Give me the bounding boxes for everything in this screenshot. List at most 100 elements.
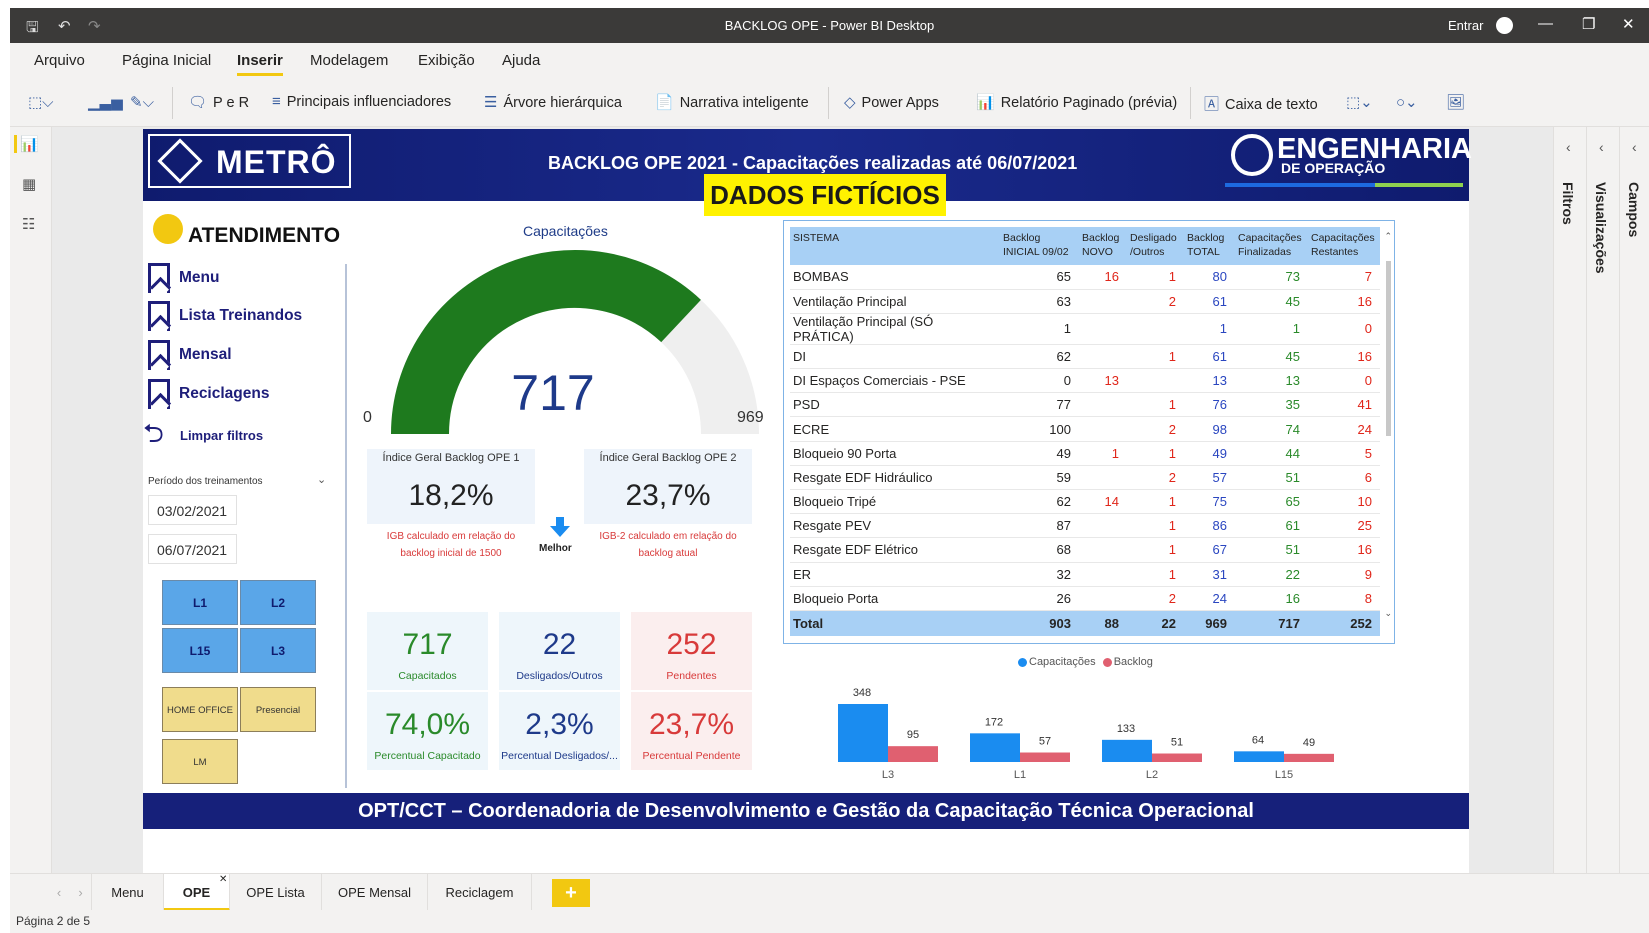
table-cell: 25 xyxy=(1308,513,1380,539)
data-view-icon[interactable]: ▦ xyxy=(22,175,36,193)
close-icon[interactable]: ✕ xyxy=(1622,15,1635,33)
kpi-value: 74,0% xyxy=(384,708,471,741)
table-row[interactable]: Ventilação Principal 63 2 61 45 16 xyxy=(790,289,1380,314)
new-visual-button[interactable]: ⬚⌵ xyxy=(28,93,60,111)
chevron-left-icon[interactable]: ‹ xyxy=(1632,139,1637,155)
table-row[interactable]: ECRE 100 2 98 74 24 xyxy=(790,416,1380,442)
table-cell: 31 xyxy=(1184,562,1235,587)
table-row[interactable]: Resgate PEV 87 1 86 61 25 xyxy=(790,513,1380,539)
undo-arrow-icon[interactable]: ⮌ xyxy=(143,415,164,459)
prev-page-icon[interactable]: ‹ xyxy=(48,874,70,911)
end-date-input[interactable]: 06/07/2021 xyxy=(148,534,237,564)
buttons-dropdown[interactable]: ⬚⌄ xyxy=(1346,93,1379,111)
bar-backlog-l15[interactable] xyxy=(1284,753,1334,762)
slicer-line-l2[interactable]: L2 xyxy=(240,580,316,625)
table-row[interactable]: Ventilação Principal (SÓ PRÁTICA) 1 1 1 0 xyxy=(790,313,1380,345)
menu-pagina-inicial[interactable]: Página Inicial xyxy=(122,52,211,69)
menu-inserir[interactable]: Inserir xyxy=(237,52,283,76)
table-header-cell[interactable]: Desligado/Outros xyxy=(1127,227,1184,265)
add-page-button[interactable]: + xyxy=(552,879,590,907)
text-box-icon: 🄰 xyxy=(1204,96,1220,113)
scroll-down-icon[interactable]: ⌄ xyxy=(1384,608,1392,619)
menu-modelagem[interactable]: Modelagem xyxy=(310,52,388,69)
table-row[interactable]: Bloqueio Tripé 62 14 1 75 65 10 xyxy=(790,489,1380,515)
start-date-input[interactable]: 03/02/2021 xyxy=(148,495,237,525)
chevron-left-icon[interactable]: ‹ xyxy=(1566,139,1571,155)
table-row[interactable]: BOMBAS 65 16 1 80 73 7 xyxy=(790,265,1380,290)
table-scrollbar[interactable] xyxy=(1386,261,1391,436)
table-row[interactable]: Bloqueio 90 Porta 49 1 1 49 44 5 xyxy=(790,441,1380,466)
menu-arquivo[interactable]: Arquivo xyxy=(34,52,85,69)
tab-ope-mensal[interactable]: OPE Mensal xyxy=(322,874,428,911)
scroll-up-icon[interactable]: ⌃ xyxy=(1384,231,1392,242)
slicer-lm[interactable]: LM xyxy=(162,739,238,784)
restore-icon[interactable]: ❐ xyxy=(1582,15,1595,33)
nav-lista-treinandos-button[interactable]: Lista Treinandos xyxy=(179,307,302,325)
next-page-icon[interactable]: › xyxy=(70,874,92,911)
bar-backlog-l2[interactable] xyxy=(1152,753,1202,763)
chevron-down-icon[interactable]: ⌄ xyxy=(317,473,326,486)
table-row[interactable]: DI Espaços Comerciais - PSE 0 13 13 13 0 xyxy=(790,368,1380,394)
more-visuals-button[interactable]: ▁▃▅ xyxy=(88,93,129,111)
qna-button[interactable]: 🗨 P e R xyxy=(188,93,249,111)
fields-pane-label[interactable]: Campos xyxy=(1626,182,1642,237)
slicer-presencial[interactable]: Presencial xyxy=(240,687,316,732)
slicer-home-office[interactable]: HOME OFFICE xyxy=(162,687,238,732)
power-apps-button[interactable]: ◇ Power Apps xyxy=(844,93,939,111)
filters-pane[interactable]: ‹ Filtros xyxy=(1553,127,1586,873)
close-tab-icon[interactable]: ✕ xyxy=(219,874,227,885)
tab-menu[interactable]: Menu xyxy=(92,874,164,911)
key-influencers-button[interactable]: ≡ Principais influenciadores xyxy=(272,93,451,110)
table-header-cell[interactable]: Backlog NOVO xyxy=(1079,227,1127,265)
nav-reciclagens-button[interactable]: Reciclagens xyxy=(179,385,269,403)
minimize-icon[interactable]: — xyxy=(1538,15,1553,32)
table-row[interactable]: Bloqueio Porta 26 2 24 16 8 xyxy=(790,586,1380,611)
table-header-cell[interactable]: Capacitações Finalizadas xyxy=(1235,227,1308,265)
report-view-icon[interactable]: 📊 xyxy=(14,135,39,153)
smart-narrative-button[interactable]: 📄 Narrativa inteligente xyxy=(655,93,809,111)
paginated-report-button[interactable]: 📊 Relatório Paginado (prévia) xyxy=(976,93,1177,111)
visualizations-pane-label[interactable]: Visualizações xyxy=(1593,182,1609,274)
table-row[interactable]: Resgate EDF Elétrico 68 1 67 51 16 xyxy=(790,537,1380,563)
menu-ajuda[interactable]: Ajuda xyxy=(502,52,540,69)
bar-capacitaes-l2[interactable] xyxy=(1102,739,1152,762)
table-header-cell[interactable]: Backlog INICIAL 09/02 xyxy=(1000,227,1079,265)
bar-backlog-l1[interactable] xyxy=(1020,752,1070,763)
clear-filters-button[interactable]: Limpar filtros xyxy=(180,428,263,443)
bar-backlog-l3[interactable] xyxy=(888,746,938,762)
format-button[interactable]: ✎⌵ xyxy=(130,93,160,111)
menu-exibicao[interactable]: Exibição xyxy=(418,52,475,69)
nav-menu-button[interactable]: Menu xyxy=(179,269,219,287)
table-row[interactable]: PSD 77 1 76 35 41 xyxy=(790,392,1380,418)
slicer-line-l3[interactable]: L3 xyxy=(240,628,316,673)
slicer-line-l15[interactable]: L15 xyxy=(162,628,238,673)
paginated-report-label: Relatório Paginado (prévia) xyxy=(1000,95,1178,111)
bar-capacitaes-l15[interactable] xyxy=(1234,751,1284,762)
fields-pane[interactable]: ‹ Campos xyxy=(1619,127,1649,873)
table-row[interactable]: DI 62 1 61 45 16 xyxy=(790,344,1380,370)
shapes-dropdown[interactable]: ○⌄ xyxy=(1396,93,1424,111)
gauge-min-label: 0 xyxy=(363,409,372,426)
table-header-cell[interactable]: Backlog TOTAL xyxy=(1184,227,1235,265)
backlog-table[interactable]: SISTEMA Backlog INICIAL 09/02 Backlog NOVO De… xyxy=(783,220,1395,644)
tab-ope-lista[interactable]: OPE Lista xyxy=(230,874,322,911)
filters-pane-label[interactable]: Filtros xyxy=(1560,182,1576,225)
table-row[interactable]: Resgate EDF Hidráulico 59 2 57 51 6 xyxy=(790,465,1380,491)
nav-mensal-button[interactable]: Mensal xyxy=(179,346,232,364)
text-box-button[interactable]: 🄰 Caixa de texto xyxy=(1204,93,1318,114)
chevron-left-icon[interactable]: ‹ xyxy=(1599,139,1604,155)
visualizations-pane[interactable]: ‹ Visualizações xyxy=(1586,127,1619,873)
table-header-cell[interactable]: Capacitações Restantes xyxy=(1308,227,1380,265)
decomposition-tree-button[interactable]: ☰ Árvore hierárquica xyxy=(484,93,622,111)
bar-capacitaes-l1[interactable] xyxy=(970,733,1020,762)
avatar[interactable] xyxy=(1496,17,1513,34)
slicer-line-l1[interactable]: L1 xyxy=(162,580,238,625)
image-button[interactable]: 🖼 xyxy=(1446,93,1471,111)
model-view-icon[interactable]: ☷ xyxy=(22,215,35,233)
bar-capacitaes-l3[interactable] xyxy=(838,704,888,762)
table-total-row[interactable]: Total 903 88 22 969 717 252 xyxy=(790,610,1380,637)
tab-reciclagem[interactable]: Reciclagem xyxy=(428,874,532,911)
table-header-cell[interactable]: SISTEMA xyxy=(790,227,1000,265)
sign-in-link[interactable]: Entrar xyxy=(1448,18,1483,33)
table-row[interactable]: ER 32 1 31 22 9 xyxy=(790,562,1380,587)
